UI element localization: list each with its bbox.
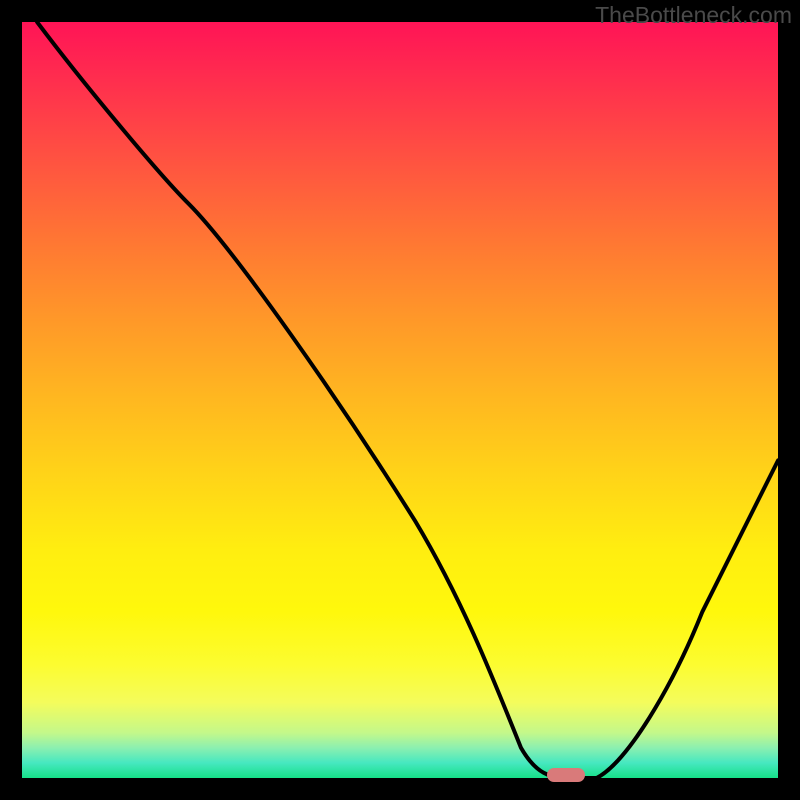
- optimal-marker: [547, 768, 585, 782]
- watermark-text: TheBottleneck.com: [595, 2, 792, 29]
- chart-plot-area: [22, 22, 778, 778]
- bottleneck-curve: [22, 22, 778, 778]
